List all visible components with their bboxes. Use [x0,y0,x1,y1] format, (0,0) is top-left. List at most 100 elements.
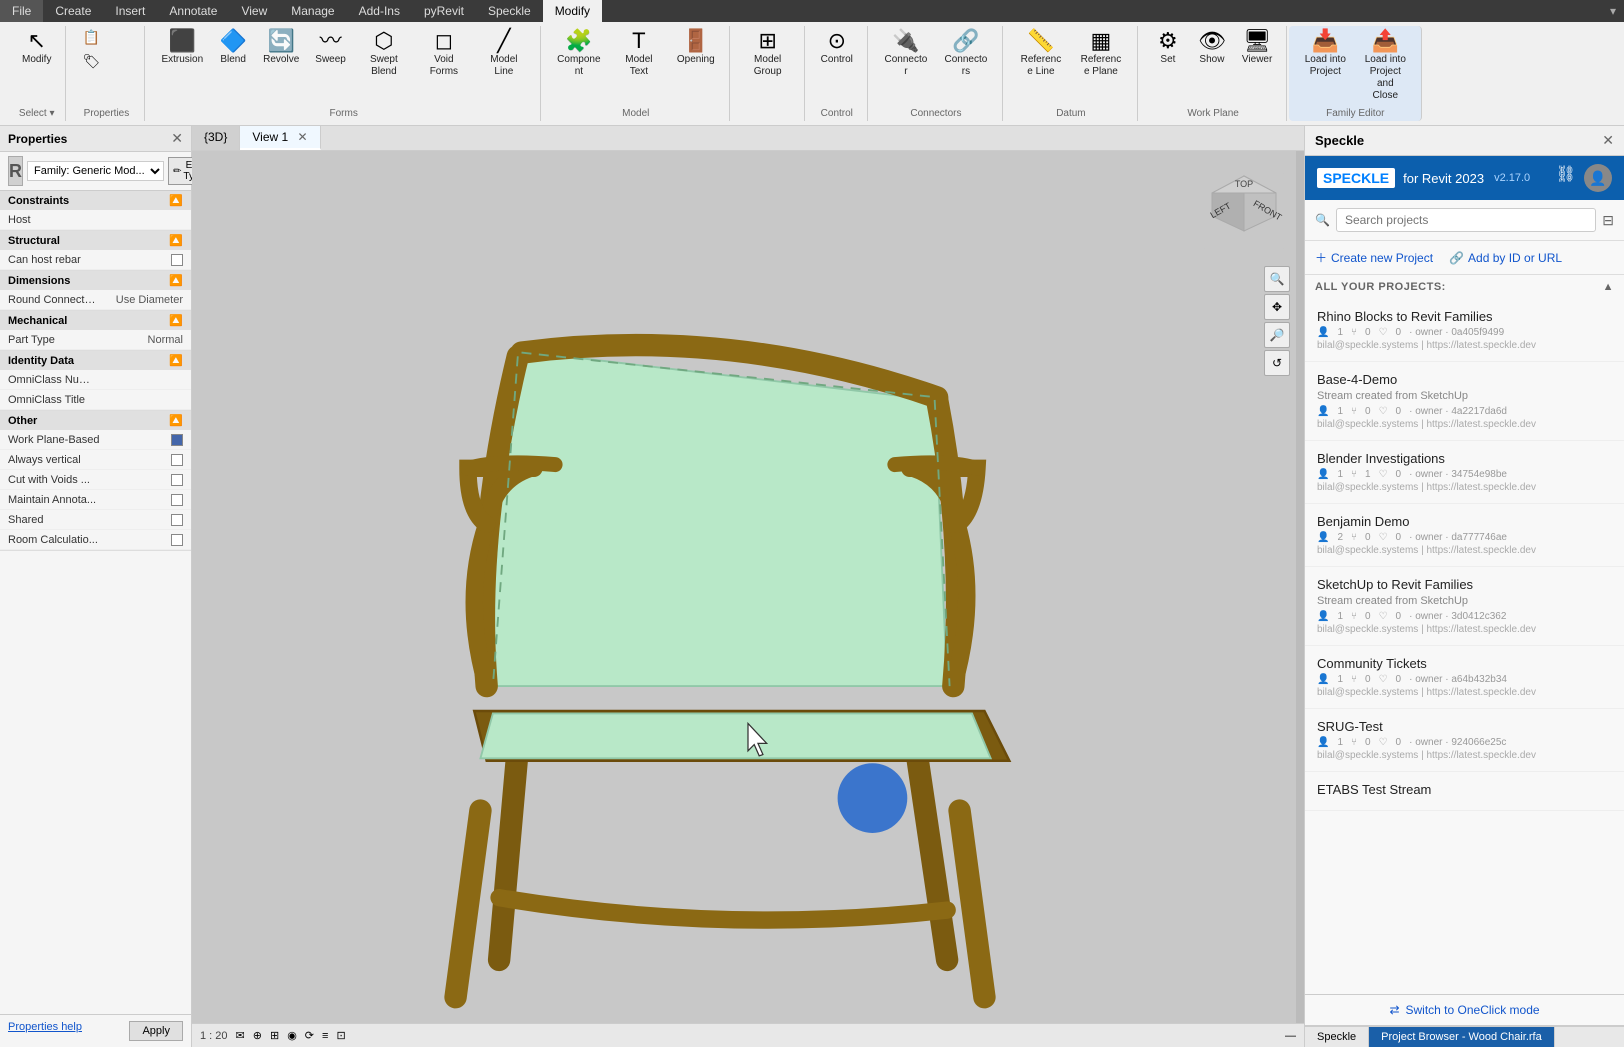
connector-btn[interactable]: 🔌 Connector [878,26,934,82]
revolve-btn[interactable]: 🔄 Revolve [257,26,305,70]
tab-annotate[interactable]: Annotate [157,0,229,22]
view-cube[interactable]: TOP LEFT FRONT [1204,171,1284,251]
projects-header: ALL YOUR PROJECTS: ▲ [1305,275,1624,299]
void-forms-btn[interactable]: ◻ Void Forms [416,26,472,82]
room-calculatio-checkbox[interactable] [171,534,183,546]
mechanical-header[interactable]: Mechanical 🔼 [0,311,191,330]
load-into-project-close-btn[interactable]: 📤 Load into Project and Close [1357,26,1413,106]
tab-manage[interactable]: Manage [279,0,346,22]
connectors-btn[interactable]: 🔗 Connectors [938,26,994,82]
project-item-etabs[interactable]: ETABS Test Stream [1305,772,1624,811]
filter-icon[interactable]: ⊟ [1602,212,1614,229]
projects-collapse-btn[interactable]: ▲ [1603,281,1614,293]
ref-plane-btn[interactable]: ▦ Reference Plane [1073,26,1129,82]
blend-btn[interactable]: 🔷 Blend [213,26,253,70]
speckle-panel-close[interactable]: ✕ [1602,132,1614,149]
set-icon: ⚙ [1158,30,1178,52]
viewer-btn[interactable]: 🖥 Viewer [1236,26,1278,70]
svg-text:TOP: TOP [1235,179,1253,189]
project-item-base4[interactable]: Base-4-Demo Stream created from SketchUp… [1305,362,1624,441]
component-btn[interactable]: 🧩 Component [551,26,607,82]
shared-checkbox[interactable] [171,514,183,526]
project-item-blender[interactable]: Blender Investigations 👤1 ⑂1 ♡0 · owner … [1305,441,1624,504]
model-group-btn[interactable]: ⊞ Model Group [740,26,796,82]
project-item-community[interactable]: Community Tickets 👤1 ⑂0 ♡0 · owner · a64… [1305,646,1624,709]
speckle-connect-icon[interactable]: ⛓ [1556,164,1576,192]
viewport-tabs: {3D} View 1 ✕ [192,126,1304,151]
dimensions-header[interactable]: Dimensions 🔼 [0,271,191,290]
status-zoom: — [1285,1030,1296,1042]
bottom-tab-speckle[interactable]: Speckle [1305,1027,1369,1047]
chair-viewport-svg [192,151,1304,1047]
swept-blend-btn[interactable]: ⬡ Swept Blend [356,26,412,82]
speckle-avatar[interactable]: 👤 [1584,164,1612,192]
extrusion-icon: ⬛ [169,30,196,52]
create-new-project-btn[interactable]: ＋ Create new Project [1315,249,1433,266]
always-vertical-checkbox[interactable] [171,454,183,466]
nav-rotate[interactable]: ↺ [1264,350,1290,376]
tab-file[interactable]: File [0,0,43,22]
opening-btn[interactable]: 🚪 Opening [671,26,721,70]
project-item-benjamin[interactable]: Benjamin Demo 👤2 ⑂0 ♡0 · owner · da77774… [1305,504,1624,567]
identity-data-header[interactable]: Identity Data 🔼 [0,351,191,370]
bottom-tab-project-browser[interactable]: Project Browser - Wood Chair.rfa [1369,1027,1555,1047]
model-text-btn[interactable]: T Model Text [611,26,667,82]
search-projects-input[interactable] [1336,208,1596,232]
nav-pan[interactable]: ✥ [1264,294,1290,320]
nav-zoom-in[interactable]: 🔍 [1264,266,1290,292]
tab-view[interactable]: View [229,0,279,22]
speckle-header-icons: ⛓ 👤 [1556,164,1612,192]
viewport-inner[interactable]: TOP LEFT FRONT 🔍 ✥ 🔎 ↺ [192,151,1304,1047]
host-row: Host [0,210,191,230]
tab-create[interactable]: Create [43,0,103,22]
properties-help-link[interactable]: Properties help [8,1021,82,1041]
tab-pyrevit[interactable]: pyRevit [412,0,476,22]
control-group-label: Control [821,108,853,121]
viewport-tab-view1[interactable]: View 1 ✕ [240,126,320,150]
viewport-divider[interactable] [1296,151,1304,1047]
extrusion-btn[interactable]: ⬛ Extrusion [155,26,209,70]
tab-insert[interactable]: Insert [103,0,157,22]
status-bar: 1 : 20 ✉ ⊕ ⊞ ◉ ⟳ ≡ ⊡ — [192,1023,1304,1047]
model-line-btn[interactable]: ╱ Model Line [476,26,532,82]
tab-modify[interactable]: Modify [543,0,602,22]
set-btn[interactable]: ⚙ Set [1148,26,1188,70]
tab-addins[interactable]: Add-Ins [347,0,412,22]
sweep-btn[interactable]: 〰 Sweep [309,26,352,70]
project-item-rhino[interactable]: Rhino Blocks to Revit Families 👤1 ⑂0 ♡0 … [1305,299,1624,362]
load-into-project-btn[interactable]: 📥 Load into Project [1297,26,1353,82]
forms-group-label: Forms [329,108,357,121]
nav-zoom-out[interactable]: 🔎 [1264,322,1290,348]
properties-panel: Properties ✕ R Family: Generic Mod... ✏ … [0,126,192,1047]
project-item-srug[interactable]: SRUG-Test 👤1 ⑂0 ♡0 · owner · 924066e25c … [1305,709,1624,772]
can-host-rebar-checkbox[interactable] [171,254,183,266]
maintain-annota-checkbox[interactable] [171,494,183,506]
panel-footer: Properties help Apply [0,1014,191,1047]
ribbon-options[interactable]: ▾ [1610,4,1616,18]
ref-line-btn[interactable]: 📏 Reference Line [1013,26,1069,82]
switch-oneclick-btn[interactable]: ⇄ Switch to OneClick mode [1317,1003,1612,1017]
other-header[interactable]: Other 🔼 [0,411,191,430]
work-plane-based-checkbox[interactable] [171,434,183,446]
apply-button[interactable]: Apply [129,1021,183,1041]
family-dropdown[interactable]: Family: Generic Mod... [27,161,164,181]
status-envelope-icon: ✉ [236,1029,245,1042]
constraints-header[interactable]: Constraints 🔼 [0,191,191,210]
show-btn[interactable]: 👁 Show [1192,26,1232,70]
modify-btn[interactable]: ↖ Modify [16,26,57,70]
viewport-tab-view1-close[interactable]: ✕ [298,130,308,144]
other-section: Other 🔼 Work Plane-Based Always vertical… [0,411,191,551]
viewport-tab-3d[interactable]: {3D} [192,126,240,150]
cut-with-voids-checkbox[interactable] [171,474,183,486]
project-item-sketchup[interactable]: SketchUp to Revit Families Stream create… [1305,567,1624,646]
tab-speckle[interactable]: Speckle [476,0,543,22]
props-small-btn2[interactable]: 🏷 [76,50,136,72]
load-into-project-close-icon: 📤 [1372,30,1399,52]
properties-panel-close[interactable]: ✕ [171,130,183,147]
add-by-id-btn[interactable]: 🔗 Add by ID or URL [1449,251,1562,265]
structural-header[interactable]: Structural 🔼 [0,231,191,250]
control-icon: ⊙ [828,30,846,52]
control-btn[interactable]: ⊙ Control [815,26,859,70]
structural-section: Structural 🔼 Can host rebar [0,231,191,271]
props-small-btn1[interactable]: 📋 [76,26,136,48]
